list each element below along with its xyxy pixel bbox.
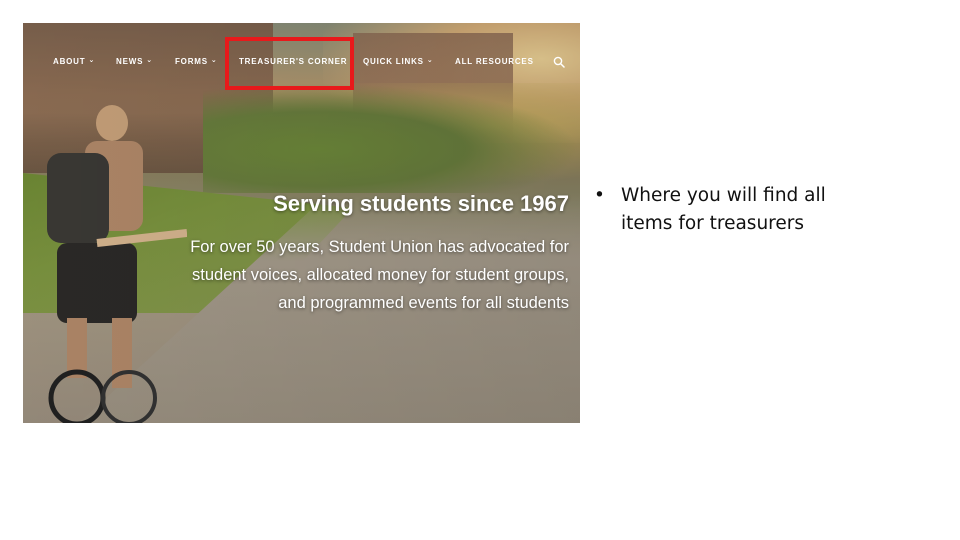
nav-item-news[interactable]: NEWS ⌄ [116,57,153,66]
highlight-box-treasurers-corner [225,37,354,90]
slide-bullet: • Where you will find all items for trea… [594,182,874,238]
chevron-down-icon: ⌄ [146,57,153,64]
nav-item-label: QUICK LINKS [363,57,424,66]
bullet-dot: • [594,185,605,206]
nav-item-quick-links[interactable]: QUICK LINKS ⌄ [363,57,433,66]
hero-description: For over 50 years, Student Union has adv… [190,238,569,312]
search-icon[interactable] [553,56,565,68]
nav-item-forms[interactable]: FORMS ⌄ [175,57,218,66]
chevron-down-icon: ⌄ [210,57,218,64]
nav-item-label: NEWS [116,57,144,66]
hero-title: Serving students since 1967 [273,191,569,216]
nav-item-label: ABOUT [53,57,86,66]
nav-item-all-resources[interactable]: ALL RESOURCES [455,57,534,66]
chevron-down-icon: ⌄ [88,57,96,64]
bullet-text: Where you will find all items for treasu… [621,185,826,234]
nav-item-label: FORMS [175,57,208,66]
nav-item-about[interactable]: ABOUT ⌄ [53,57,95,66]
chevron-down-icon: ⌄ [426,57,434,64]
nav-item-label: ALL RESOURCES [455,57,534,66]
